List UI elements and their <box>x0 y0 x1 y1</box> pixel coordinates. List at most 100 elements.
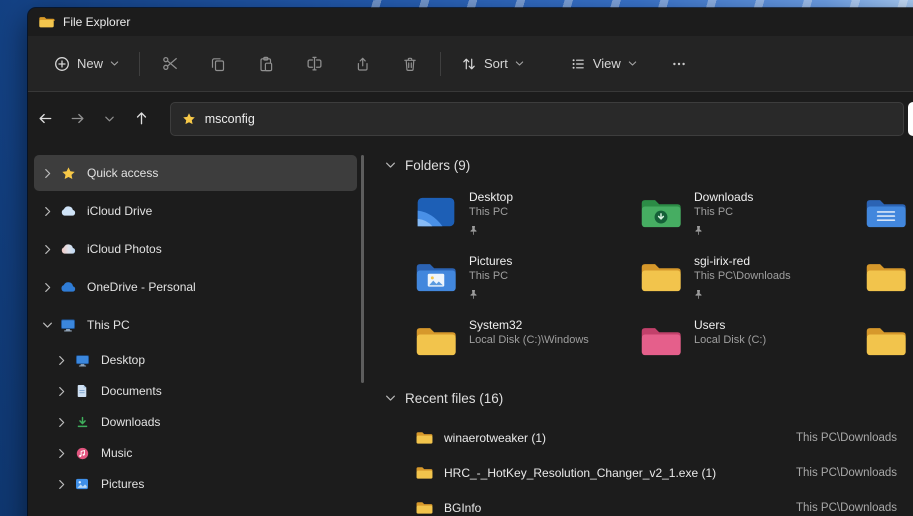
recent-file-name: HRC_-_HotKey_Resolution_Changer_v2_1.exe… <box>444 465 717 480</box>
chevron-right-icon[interactable] <box>36 282 58 293</box>
folder-tile-pictures[interactable]: Pictures This PC <box>414 252 639 316</box>
sidebar-item-documents[interactable]: Documents <box>34 376 357 406</box>
folder-tile-users[interactable]: Users Local Disk (C:) <box>639 316 864 380</box>
folder-location: This PC <box>469 206 509 218</box>
sidebar-item-label: This PC <box>87 318 130 332</box>
folders-section-header[interactable]: Folders (9) <box>370 153 913 177</box>
chevron-down-icon[interactable] <box>385 161 396 169</box>
sidebar-scrollbar[interactable] <box>361 155 364 383</box>
sidebar-item-quick-access[interactable]: Quick access <box>34 155 357 191</box>
sidebar-item-onedrive[interactable]: OneDrive - Personal <box>34 269 357 305</box>
chevron-right-icon[interactable] <box>50 448 72 459</box>
downloads-folder-icon <box>639 195 683 230</box>
chevron-down-icon[interactable] <box>385 394 396 402</box>
recent-file-row[interactable]: BGInfo This PC\Downloads <box>370 490 897 516</box>
rename-button[interactable] <box>294 46 334 82</box>
sidebar-item-desktop[interactable]: Desktop <box>34 345 357 375</box>
up-button[interactable] <box>128 104 156 134</box>
recent-file-row[interactable]: winaerotweaker (1) This PC\Downloads <box>370 420 897 455</box>
folder-tile-cutoff-1[interactable] <box>864 188 913 252</box>
view-button-label: View <box>592 56 621 71</box>
chevron-right-icon[interactable] <box>36 206 58 217</box>
copy-icon <box>211 57 225 71</box>
new-button[interactable]: New <box>44 48 129 80</box>
documents-folder-icon <box>864 195 908 230</box>
sort-button[interactable]: Sort <box>451 48 534 80</box>
chevron-right-icon[interactable] <box>50 417 72 428</box>
folder-tile-desktop[interactable]: Desktop This PC <box>414 188 639 252</box>
yellow-folder-icon <box>639 259 683 294</box>
sidebar-item-this-pc[interactable]: This PC <box>34 307 357 343</box>
view-icon <box>570 56 586 72</box>
picture-icon <box>72 478 92 490</box>
toolbar-divider <box>440 51 442 76</box>
chevron-right-icon[interactable] <box>36 168 58 179</box>
sidebar-item-icloud-drive[interactable]: iCloud Drive <box>34 193 357 229</box>
title-bar[interactable]: File Explorer <box>28 8 913 36</box>
more-options-button[interactable] <box>659 46 699 82</box>
sidebar-item-label: Desktop <box>101 353 146 367</box>
chevron-right-icon[interactable] <box>50 479 72 490</box>
recent-file-location: This PC\Downloads <box>796 501 897 514</box>
recent-file-row[interactable]: HRC_-_HotKey_Resolution_Changer_v2_1.exe… <box>370 455 897 490</box>
download-arrow-icon <box>72 416 92 429</box>
sort-icon <box>461 56 477 72</box>
folder-location: Local Disk (C:) <box>694 334 767 346</box>
document-icon <box>72 384 92 398</box>
recent-file-name: winaerotweaker (1) <box>444 430 547 445</box>
folder-location: This PC <box>694 206 734 218</box>
recent-files-section-header[interactable]: Recent files (16) <box>370 386 913 410</box>
toolbar-divider <box>139 51 141 76</box>
cut-button[interactable] <box>150 46 190 82</box>
cloud-icon <box>58 243 78 255</box>
yellow-folder-icon <box>864 323 908 358</box>
folder-tile-system32[interactable]: System32 Local Disk (C:)\Windows <box>414 316 639 380</box>
new-item-icon <box>54 56 70 72</box>
monitor-icon <box>58 318 78 332</box>
content-area: Folders (9) Desktop This PC Downloads Th… <box>370 145 913 516</box>
folder-name: Downloads <box>694 190 754 204</box>
yellow-folder-icon <box>415 430 434 445</box>
view-button[interactable]: View <box>560 48 647 80</box>
delete-icon <box>404 57 416 71</box>
forward-button[interactable] <box>64 104 92 134</box>
folder-tile-downloads[interactable]: Downloads This PC <box>639 188 864 252</box>
paste-button[interactable] <box>246 46 286 82</box>
folders-grid: Desktop This PC Downloads This PC Pictur… <box>414 188 913 380</box>
share-icon <box>357 57 368 71</box>
folder-tile-sgi-irix-red[interactable]: sgi-irix-red This PC\Downloads <box>639 252 864 316</box>
yellow-folder-icon <box>415 465 434 480</box>
back-button[interactable] <box>32 104 60 134</box>
sidebar-item-icloud-photos[interactable]: iCloud Photos <box>34 231 357 267</box>
star-icon <box>58 166 78 181</box>
share-button[interactable] <box>342 46 382 82</box>
pin-icon <box>694 225 703 236</box>
chevron-down-icon <box>110 60 119 67</box>
folders-section-title: Folders (9) <box>405 157 471 173</box>
search-box[interactable] <box>908 101 913 136</box>
recent-file-name: BGInfo <box>444 500 482 515</box>
address-bar-text: msconfig <box>204 111 255 126</box>
folder-tile-cutoff-2[interactable] <box>864 252 913 316</box>
command-bar: New Sort View <box>28 36 913 92</box>
more-options-icon <box>673 62 685 65</box>
folder-name: sgi-irix-red <box>694 254 751 268</box>
folder-name: Users <box>694 318 726 332</box>
sidebar-item-pictures[interactable]: Pictures <box>34 469 357 499</box>
delete-button[interactable] <box>390 46 430 82</box>
paste-icon <box>260 56 273 71</box>
sidebar-item-downloads[interactable]: Downloads <box>34 407 357 437</box>
chevron-down-icon[interactable] <box>36 321 58 329</box>
chevron-right-icon[interactable] <box>50 386 72 397</box>
folder-tile-cutoff-3[interactable] <box>864 316 913 380</box>
sidebar-item-music[interactable]: Music <box>34 438 357 468</box>
recent-locations-button[interactable] <box>96 104 124 134</box>
file-explorer-window: File Explorer New Sort View msconfig Qui… <box>28 8 913 516</box>
chevron-right-icon[interactable] <box>36 244 58 255</box>
copy-button[interactable] <box>198 46 238 82</box>
address-bar[interactable]: msconfig <box>169 101 905 136</box>
folder-location: Local Disk (C:)\Windows <box>469 334 589 346</box>
chevron-right-icon[interactable] <box>50 355 72 366</box>
desktop-icon <box>414 195 458 230</box>
recent-files-list: winaerotweaker (1) This PC\Downloads HRC… <box>370 420 913 516</box>
